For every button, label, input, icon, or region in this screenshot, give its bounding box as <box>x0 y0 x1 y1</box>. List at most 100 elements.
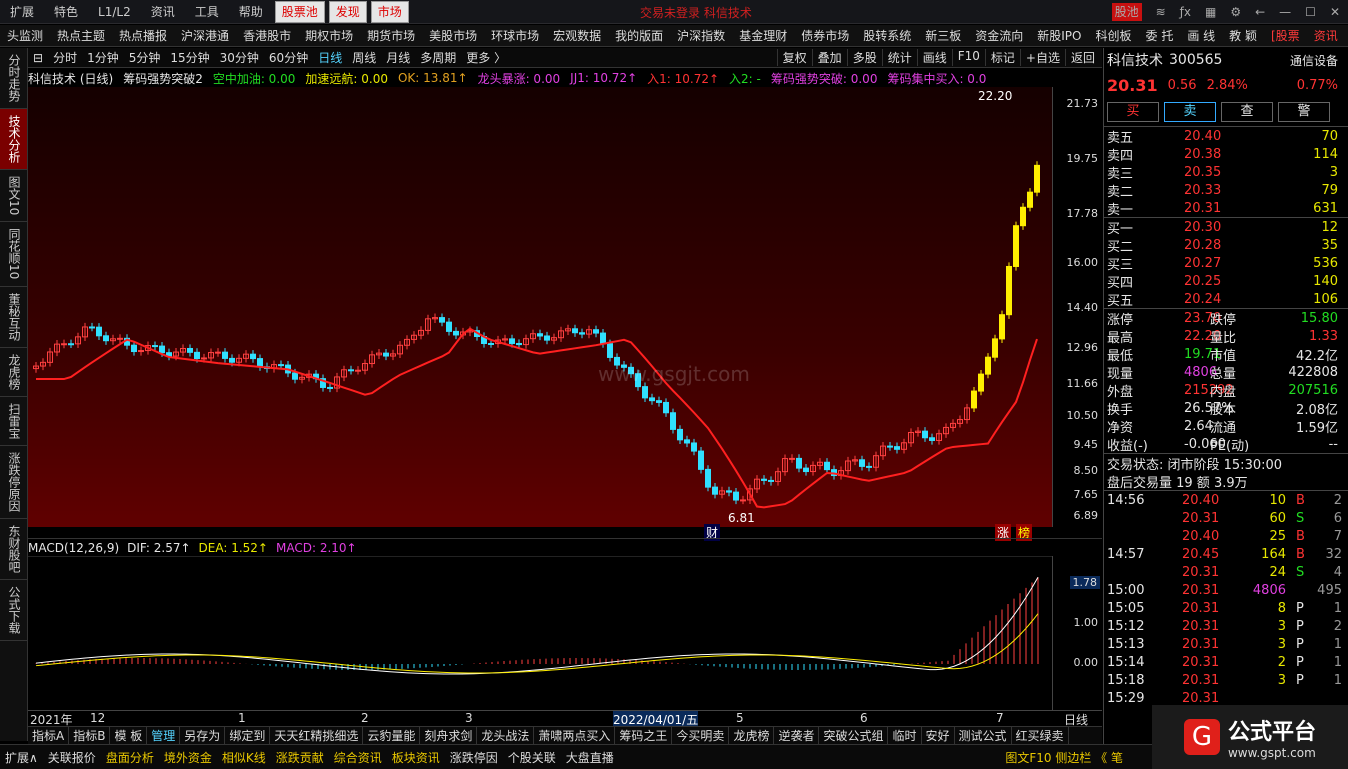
period-60min[interactable]: 60分钟 <box>264 49 313 66</box>
nav-item[interactable]: 环球市场 <box>484 27 546 44</box>
bid-row[interactable]: 买四 20.25 140 <box>1104 272 1348 291</box>
collapse-icon[interactable]: ⊟ <box>28 51 48 65</box>
menu-feature[interactable]: 特色 <box>44 0 88 23</box>
period-5min[interactable]: 5分钟 <box>124 49 166 66</box>
tab-market[interactable]: 市场 <box>370 0 409 23</box>
nav-item[interactable]: 我的版面 <box>608 27 670 44</box>
grid-icon[interactable]: ▦ <box>1205 5 1216 19</box>
bottom-tab[interactable]: 境外资金 <box>159 749 217 766</box>
bid-row[interactable]: 买一 20.30 12 <box>1104 218 1348 237</box>
bid-row[interactable]: 买二 20.28 35 <box>1104 236 1348 255</box>
period-15min[interactable]: 15分钟 <box>165 49 214 66</box>
menu-extend[interactable]: 扩展 <box>0 0 44 23</box>
nav-item[interactable]: 热点播报 <box>112 27 174 44</box>
close-icon[interactable]: ✕ <box>1330 5 1340 19</box>
tab-indicator[interactable]: 模 板 <box>110 727 148 744</box>
nav-item[interactable]: 委 托 <box>1139 27 1181 44</box>
macd-title[interactable]: MACD(12,26,9) <box>28 541 119 555</box>
minimize-icon[interactable]: — <box>1279 5 1291 19</box>
tab-indicator[interactable]: 另存为 <box>180 727 226 744</box>
sidebar-toggle[interactable]: 图文F10 侧边栏 《 笔 <box>1000 749 1128 766</box>
industry-tag[interactable]: 通信设备 <box>1290 52 1338 69</box>
nav-item[interactable]: 教 颖 <box>1222 27 1264 44</box>
tab-indicator[interactable]: 龙头战法 <box>477 727 535 744</box>
nav-item[interactable]: 热点主题 <box>50 27 112 44</box>
tab-indicator[interactable]: 指标A <box>28 727 70 744</box>
side-tab-forum[interactable]: 东财股吧 <box>0 519 27 580</box>
nav-item[interactable]: 期权市场 <box>298 27 360 44</box>
sell-button[interactable]: 卖 <box>1164 102 1216 122</box>
nav-item[interactable]: 资金流向 <box>968 27 1030 44</box>
nav-item[interactable]: 香港股市 <box>236 27 298 44</box>
ask-row[interactable]: 卖四 20.38 114 <box>1104 145 1348 164</box>
side-tab-timeshare[interactable]: 分时走势 <box>0 48 27 109</box>
tool-back[interactable]: 返回 <box>1064 49 1100 66</box>
tool-add-watch[interactable]: +自选 <box>1019 49 1065 66</box>
alert-button[interactable]: 警 <box>1278 102 1330 122</box>
stock-pool-button[interactable]: 股池 <box>1111 3 1142 21</box>
bottom-tab[interactable]: 个股关联 <box>503 749 561 766</box>
ask-row[interactable]: 卖一 20.31 631 <box>1104 199 1348 218</box>
nav-item[interactable]: 沪深指数 <box>670 27 732 44</box>
tab-stock-pool[interactable]: 股票池 <box>274 0 325 23</box>
nav-item[interactable]: 科创板 <box>1089 27 1139 44</box>
nav-item[interactable]: 宏观数据 <box>546 27 608 44</box>
formula-name[interactable]: 筹码强势突破2 <box>123 70 203 87</box>
nav-item[interactable]: 沪深港通 <box>174 27 236 44</box>
bottom-tab[interactable]: 大盘直播 <box>561 749 619 766</box>
buy-button[interactable]: 买 <box>1107 102 1159 122</box>
ask-row[interactable]: 卖三 20.35 3 <box>1104 163 1348 182</box>
bottom-tab[interactable]: 关联报价 <box>43 749 101 766</box>
tab-indicator[interactable]: 测试公式 <box>955 727 1012 744</box>
period-monthly[interactable]: 月线 <box>381 49 415 66</box>
bottom-tab[interactable]: 扩展∧ <box>0 749 43 766</box>
tool-stat[interactable]: 统计 <box>881 49 917 66</box>
tab-indicator[interactable]: 刻舟求剑 <box>420 727 478 744</box>
tab-indicator[interactable]: 萧啸两点买入 <box>534 727 616 744</box>
bid-row[interactable]: 买三 20.27 536 <box>1104 254 1348 273</box>
bottom-tab[interactable]: 相似K线 <box>217 749 271 766</box>
bottom-tab[interactable]: 板块资讯 <box>387 749 445 766</box>
nav-item[interactable]: 债券市场 <box>794 27 856 44</box>
side-tab-ths-f10[interactable]: 同花顺10 <box>0 222 27 287</box>
tab-indicator[interactable]: 管理 <box>147 727 181 744</box>
nav-item[interactable]: 头监测 <box>0 27 50 44</box>
nav-item[interactable]: 期货市场 <box>360 27 422 44</box>
tab-indicator[interactable]: 安好 <box>922 727 955 744</box>
tick-list[interactable]: 14:56 20.40 10 B 2 20.31 60 S 6 20.40 25 B 7 14:57 20.… <box>1104 491 1348 707</box>
tool-adjust[interactable]: 复权 <box>776 49 812 66</box>
bottom-tab[interactable]: 涨跌贡献 <box>271 749 329 766</box>
menu-tools[interactable]: 工具 <box>185 0 229 23</box>
side-tab-minesweeper[interactable]: 扫雷宝 <box>0 397 27 446</box>
period-30min[interactable]: 30分钟 <box>215 49 264 66</box>
ask-row[interactable]: 卖五 20.40 70 <box>1104 127 1348 146</box>
period-timeshare[interactable]: 分时 <box>48 49 82 66</box>
side-tab-secretary[interactable]: 董秘互动 <box>0 287 27 348</box>
menu-help[interactable]: 帮助 <box>229 0 273 23</box>
side-tab-formula-download[interactable]: 公式下载 <box>0 580 27 641</box>
tool-f10[interactable]: F10 <box>951 49 985 66</box>
ask-row[interactable]: 卖二 20.33 79 <box>1104 181 1348 200</box>
tool-multi[interactable]: 多股 <box>846 49 882 66</box>
query-button[interactable]: 查 <box>1221 102 1273 122</box>
period-multi[interactable]: 多周期 <box>415 49 461 66</box>
tab-indicator[interactable]: 龙虎榜 <box>729 727 775 744</box>
period-more[interactable]: 更多 〉 <box>461 49 511 66</box>
side-tab-dragon-tiger[interactable]: 龙虎榜 <box>0 348 27 397</box>
macd-chart[interactable] <box>28 556 1052 710</box>
layers-icon[interactable]: ≋ <box>1156 5 1166 19</box>
tab-indicator[interactable]: 今买明卖 <box>672 727 730 744</box>
nav-item[interactable]: [股票 <box>1264 27 1307 44</box>
bottom-tab[interactable]: 综合资讯 <box>329 749 387 766</box>
tab-indicator[interactable]: 云豹量能 <box>363 727 421 744</box>
tab-indicator[interactable]: 指标B <box>69 727 111 744</box>
side-tab-technical[interactable]: 技术分析 <box>0 109 27 170</box>
nav-item[interactable]: 美股市场 <box>422 27 484 44</box>
side-tab-f10[interactable]: 图文10 <box>0 170 27 223</box>
side-tab-limit-reason[interactable]: 涨跌停原因 <box>0 446 27 519</box>
tab-indicator[interactable]: 筹码之王 <box>615 727 673 744</box>
nav-item[interactable]: 股转系统 <box>856 27 918 44</box>
tab-indicator[interactable]: 绑定到 <box>225 727 271 744</box>
tool-overlay[interactable]: 叠加 <box>811 49 847 66</box>
bottom-tab[interactable]: 涨跌停因 <box>445 749 503 766</box>
